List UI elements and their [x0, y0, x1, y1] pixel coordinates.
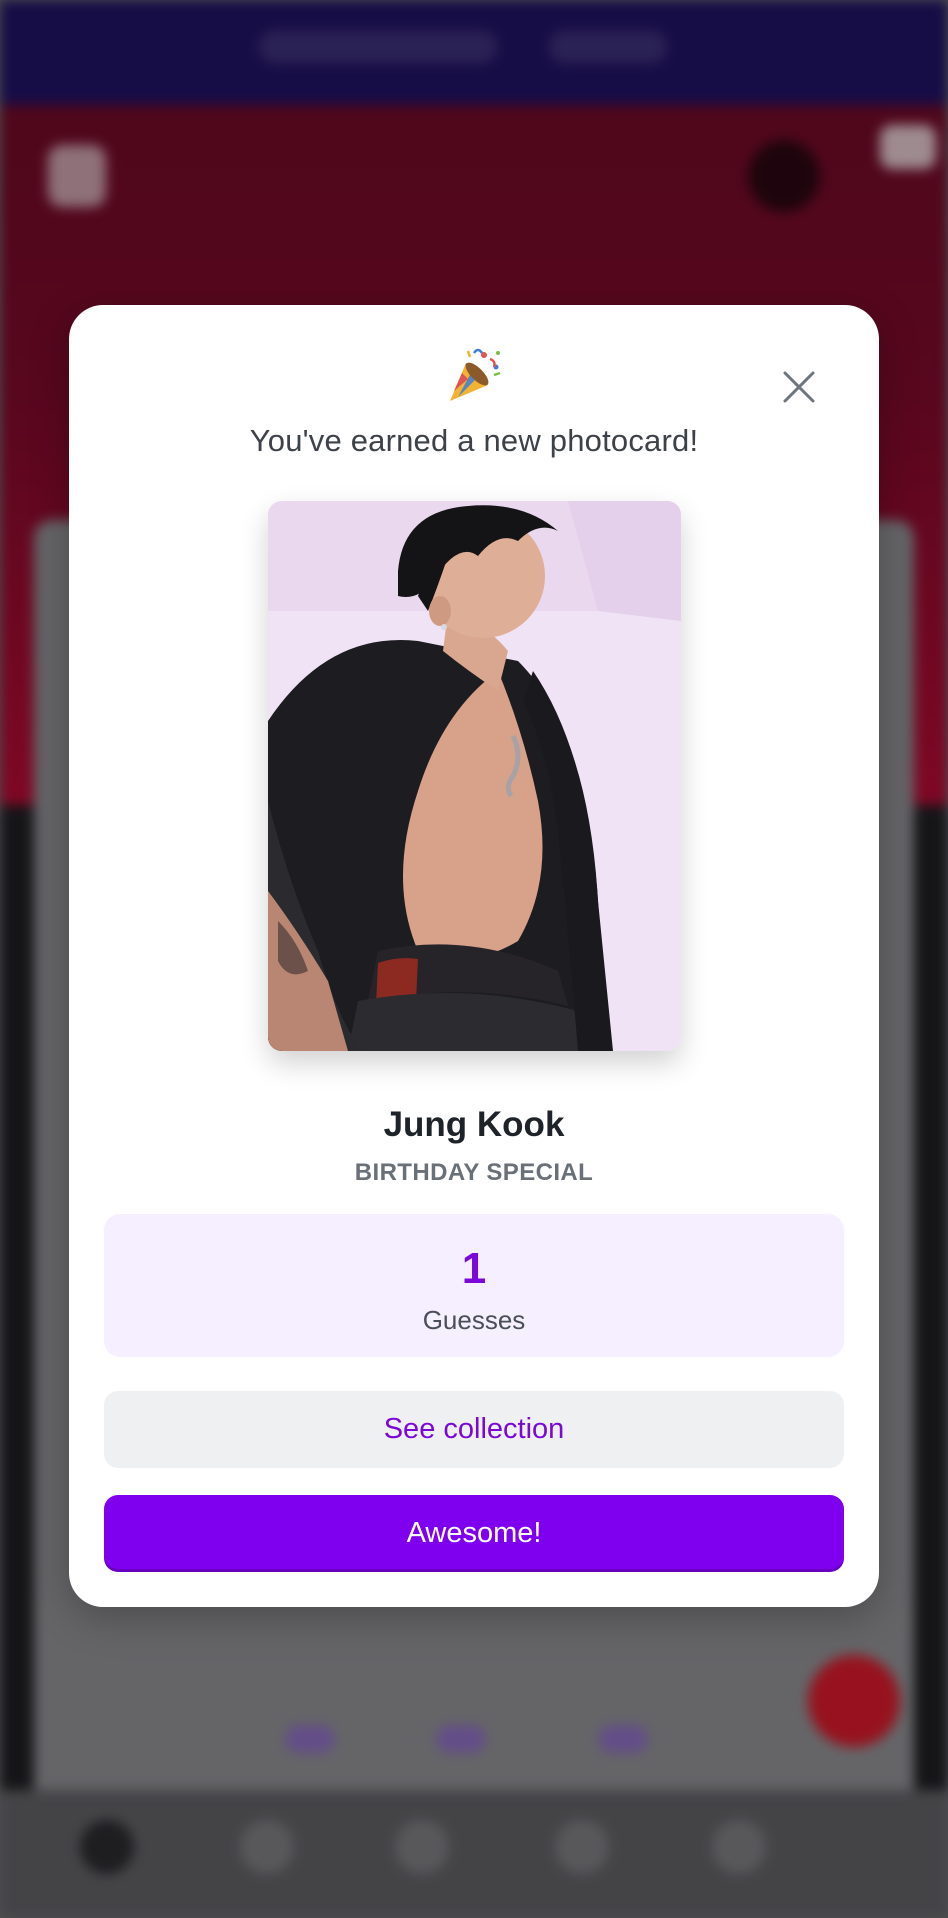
- reward-headline: You've earned a new photocard!: [249, 423, 699, 458]
- close-icon: [783, 371, 815, 403]
- see-collection-button[interactable]: See collection: [104, 1391, 844, 1468]
- photocard-series: BIRTHDAY SPECIAL: [354, 1159, 594, 1186]
- photocard-reward-modal: You've earned a new photocard! Jung Kook…: [69, 305, 879, 1607]
- guesses-stat: 1 Guesses: [104, 1214, 844, 1357]
- awesome-button[interactable]: Awesome!: [104, 1495, 844, 1572]
- guesses-label: Guesses: [422, 1305, 526, 1335]
- photocard-image[interactable]: [268, 501, 681, 1051]
- party-popper-icon: [444, 345, 504, 405]
- close-button[interactable]: [769, 357, 829, 417]
- guesses-count: 1: [461, 1244, 487, 1293]
- photocard-member-name: Jung Kook: [383, 1105, 565, 1144]
